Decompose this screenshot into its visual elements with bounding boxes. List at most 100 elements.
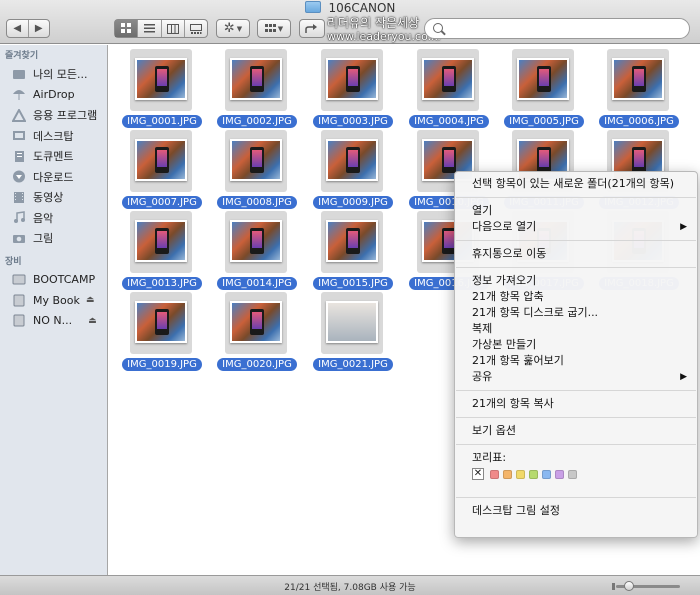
menu-separator (456, 390, 696, 391)
file-name: IMG_0004.JPG (404, 113, 494, 128)
share-button[interactable] (299, 19, 325, 38)
phone-photo (250, 228, 264, 254)
file-name: IMG_0007.JPG (117, 194, 207, 209)
file-item[interactable]: IMG_0005.JPG (499, 46, 589, 128)
eject-icon[interactable]: ⏏ (88, 316, 97, 326)
sidebar-item-my-book[interactable]: My Book ⏏ (0, 290, 107, 311)
sidebar-item-downloads[interactable]: 다운로드 (0, 167, 107, 188)
search-input[interactable] (424, 18, 690, 39)
forward-button[interactable]: ▶ (29, 20, 50, 37)
menu-item-open[interactable]: 열기 (455, 203, 697, 219)
phone-photo (537, 66, 551, 92)
tag-color-swatch[interactable] (490, 469, 499, 479)
list-view-button[interactable] (138, 20, 162, 37)
column-view-button[interactable] (162, 20, 185, 37)
eject-icon[interactable]: ⏏ (86, 295, 95, 305)
sidebar-item-applications[interactable]: 응용 프로그램 (0, 105, 107, 126)
image-thumbnail (230, 139, 282, 181)
sidebar-item-airdrop[interactable]: AirDrop (0, 85, 107, 106)
view-mode-control (114, 19, 208, 38)
music-icon (12, 211, 26, 224)
tag-color-swatch[interactable] (529, 469, 538, 479)
image-thumbnail (230, 220, 282, 262)
tag-color-swatch[interactable] (568, 469, 577, 479)
image-thumbnail (422, 58, 474, 100)
chevron-down-icon: ▼ (277, 24, 284, 33)
file-name: IMG_0019.JPG (117, 356, 207, 371)
sidebar-header-favorites: 즐겨찾기 (5, 51, 39, 61)
menu-separator (456, 197, 696, 198)
remove-tag-icon[interactable]: ✕ (472, 468, 484, 480)
sidebar-item-movies[interactable]: 동영상 (0, 187, 107, 208)
arrange-menu-button[interactable]: ▼ (257, 19, 291, 38)
image-thumbnail (135, 301, 187, 343)
column-view-icon (166, 23, 179, 34)
file-item[interactable]: IMG_0007.JPG (117, 127, 207, 209)
file-item[interactable]: IMG_0021.JPG (308, 289, 398, 371)
file-item[interactable]: IMG_0020.JPG (212, 289, 302, 371)
file-name: IMG_0014.JPG (212, 275, 302, 290)
window-title: 106CANON (0, 1, 700, 17)
sidebar-item-pictures[interactable]: 그림 (0, 228, 107, 249)
menu-item-view-options[interactable]: 보기 옵션 (455, 423, 697, 439)
file-name: IMG_0015.JPG (308, 275, 398, 290)
menu-item-duplicate[interactable]: 복제 (455, 321, 697, 337)
airdrop-icon (12, 88, 26, 101)
menu-item-open-with[interactable]: 다음으로 열기 ▶ (455, 219, 697, 235)
downloads-icon (12, 170, 26, 183)
menu-item-share[interactable]: 공유 ▶ (455, 369, 697, 385)
sidebar-item-documents[interactable]: 도큐멘트 (0, 146, 107, 167)
tag-color-swatch[interactable] (516, 469, 525, 479)
file-item[interactable]: IMG_0004.JPG (404, 46, 494, 128)
sidebar-header-devices: 장비 (5, 256, 22, 267)
file-item[interactable]: IMG_0002.JPG (212, 46, 302, 128)
tag-color-swatch[interactable] (542, 469, 551, 479)
file-item[interactable]: IMG_0008.JPG (212, 127, 302, 209)
menu-item-set-desktop-picture[interactable]: 데스크탑 그림 설정 (455, 503, 697, 519)
menu-item-move-to-trash[interactable]: 휴지통으로 이동 (455, 246, 697, 262)
sidebar-item-desktop[interactable]: 데스크탑 (0, 126, 107, 147)
back-button[interactable]: ◀ (7, 20, 29, 37)
image-thumbnail (612, 58, 664, 100)
phone-photo (155, 309, 169, 335)
documents-icon (12, 150, 26, 163)
menu-item-get-info[interactable]: 정보 가져오기 (455, 273, 697, 289)
file-item[interactable]: IMG_0019.JPG (117, 289, 207, 371)
file-name: IMG_0020.JPG (212, 356, 302, 371)
menu-separator (456, 267, 696, 268)
share-icon (305, 24, 317, 33)
image-thumbnail (326, 58, 378, 100)
coverflow-view-button[interactable] (185, 20, 207, 37)
tag-color-swatch[interactable] (503, 469, 512, 479)
file-name: IMG_0008.JPG (212, 194, 302, 209)
phone-photo (346, 66, 360, 92)
file-item[interactable]: IMG_0014.JPG (212, 208, 302, 290)
file-item[interactable]: IMG_0013.JPG (117, 208, 207, 290)
external-drive-icon (12, 294, 26, 307)
menu-item-quick-look[interactable]: 21개 항목 훑어보기 (455, 353, 697, 369)
sidebar-item-no-name[interactable]: NO N... ⏏ (0, 311, 107, 332)
menu-item-burn-to-disc[interactable]: 21개 항목 디스크로 굽기... (455, 305, 697, 321)
image-thumbnail (135, 58, 187, 100)
menu-item-copy[interactable]: 21개의 항목 복사 (455, 396, 697, 412)
file-item[interactable]: IMG_0015.JPG (308, 208, 398, 290)
menu-item-make-alias[interactable]: 가상본 만들기 (455, 337, 697, 353)
icon-size-slider-knob[interactable] (624, 581, 634, 591)
file-name: IMG_0006.JPG (594, 113, 684, 128)
sidebar-item-bootcamp[interactable]: BOOTCAMP (0, 270, 107, 291)
menu-item-new-folder-with-selection[interactable]: 선택 항목이 있는 새로운 폴더(21개의 항목) (455, 176, 697, 192)
file-item[interactable]: IMG_0003.JPG (308, 46, 398, 128)
sidebar-item-all-files[interactable]: 나의 모든... (0, 64, 107, 85)
phone-photo (155, 228, 169, 254)
action-menu-button[interactable]: ✲ ▼ (216, 19, 250, 38)
file-item[interactable]: IMG_0001.JPG (117, 46, 207, 128)
menu-item-compress[interactable]: 21개 항목 압축 (455, 289, 697, 305)
file-item[interactable]: IMG_0009.JPG (308, 127, 398, 209)
file-name: IMG_0002.JPG (212, 113, 302, 128)
phone-photo (346, 147, 360, 173)
context-menu: 선택 항목이 있는 새로운 폴더(21개의 항목) 열기 다음으로 열기 ▶ 휴지… (454, 171, 698, 538)
icon-view-button[interactable] (115, 20, 139, 37)
file-item[interactable]: IMG_0006.JPG (594, 46, 684, 128)
sidebar-item-music[interactable]: 음악 (0, 208, 107, 229)
tag-color-swatch[interactable] (555, 469, 564, 479)
